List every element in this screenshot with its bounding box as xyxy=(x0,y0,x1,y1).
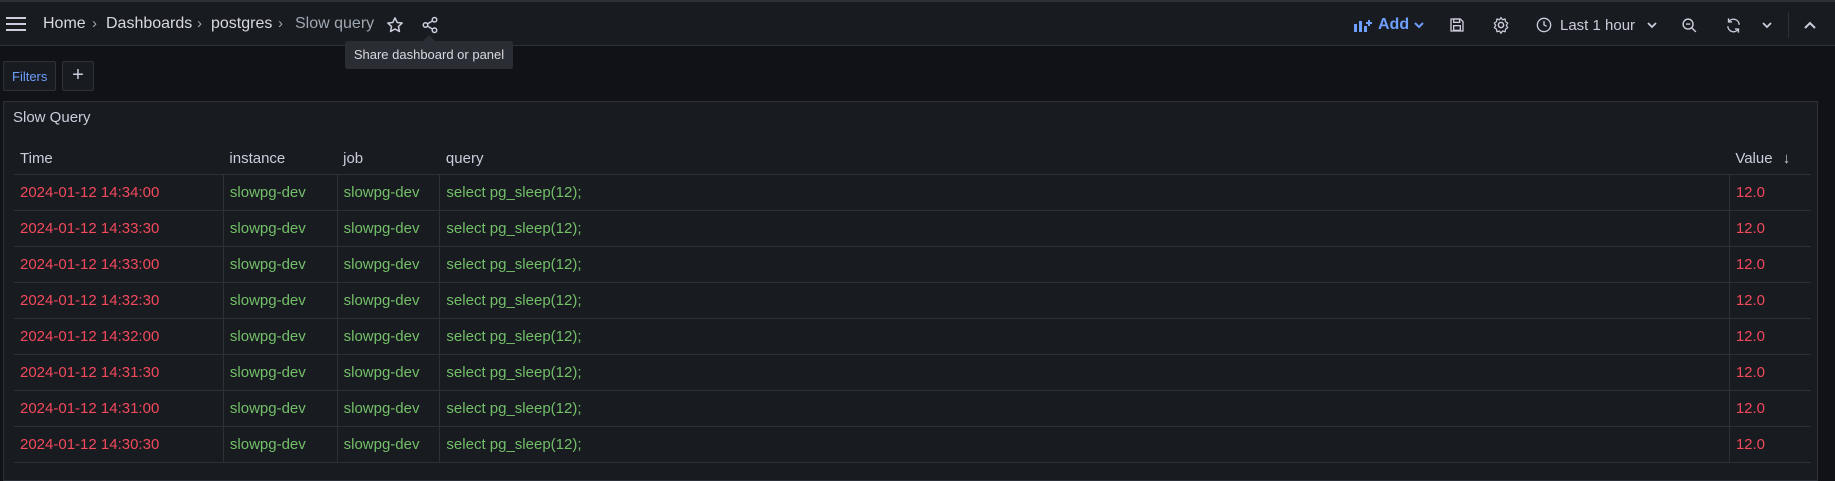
breadcrumb-postgres[interactable]: postgres xyxy=(211,14,272,34)
cell-value: 12.0 xyxy=(1729,174,1811,211)
column-header-job[interactable]: job xyxy=(337,142,440,175)
add-button-label: Add xyxy=(1378,16,1410,33)
menu-icon[interactable] xyxy=(5,13,27,35)
cell-time: 2024-01-12 14:32:30 xyxy=(14,282,224,319)
cell-value: 12.0 xyxy=(1729,426,1811,463)
table-row: 2024-01-12 14:30:30 slowpg-dev slowpg-dev s… xyxy=(14,426,1811,463)
breadcrumb-home[interactable]: Home xyxy=(43,14,86,34)
cell-instance: slowpg-dev xyxy=(223,210,338,247)
time-range-label: Last 1 hour xyxy=(1560,16,1636,34)
cell-value: 12.0 xyxy=(1729,318,1811,355)
clock-icon xyxy=(1536,17,1552,33)
cell-instance: slowpg-dev xyxy=(223,282,338,319)
table-header-row: Time instance job query Value ↓ xyxy=(14,142,1811,175)
add-filter-button[interactable]: + xyxy=(62,61,94,91)
cell-instance: slowpg-dev xyxy=(223,390,338,427)
table-row: 2024-01-12 14:31:00 slowpg-dev slowpg-dev s… xyxy=(14,390,1811,427)
cell-query: select pg_sleep(12); xyxy=(439,390,1730,427)
chevron-down-icon xyxy=(1647,21,1657,29)
column-header-instance[interactable]: instance xyxy=(223,142,338,175)
cell-time: 2024-01-12 14:31:00 xyxy=(14,390,224,427)
table-row: 2024-01-12 14:32:30 slowpg-dev slowpg-dev s… xyxy=(14,282,1811,319)
column-header-value-label: Value xyxy=(1735,149,1773,167)
gear-icon[interactable] xyxy=(1490,14,1512,36)
cell-job: slowpg-dev xyxy=(337,282,441,319)
refresh-icon[interactable] xyxy=(1722,14,1744,36)
cell-time: 2024-01-12 14:34:00 xyxy=(14,174,224,211)
column-header-query[interactable]: query xyxy=(439,142,1730,175)
cell-instance: slowpg-dev xyxy=(223,246,338,283)
cell-job: slowpg-dev xyxy=(337,354,441,391)
cell-instance: slowpg-dev xyxy=(223,354,338,391)
chevron-down-icon xyxy=(1414,21,1424,29)
share-tooltip: Share dashboard or panel xyxy=(345,35,513,69)
cell-job: slowpg-dev xyxy=(337,426,441,463)
cell-instance: slowpg-dev xyxy=(223,426,338,463)
table-row: 2024-01-12 14:33:00 slowpg-dev slowpg-dev s… xyxy=(14,246,1811,283)
cell-query: select pg_sleep(12); xyxy=(439,426,1730,463)
cell-time: 2024-01-12 14:32:00 xyxy=(14,318,224,355)
cell-query: select pg_sleep(12); xyxy=(439,354,1730,391)
cell-time: 2024-01-12 14:33:30 xyxy=(14,210,224,247)
table-row: 2024-01-12 14:34:00 slowpg-dev slowpg-dev s… xyxy=(14,174,1811,211)
save-icon[interactable] xyxy=(1446,14,1468,36)
slow-query-panel: Slow Query Time instance job query Value… xyxy=(3,101,1818,481)
table-row: 2024-01-12 14:32:00 slowpg-dev slowpg-dev s… xyxy=(14,318,1811,355)
zoom-out-icon[interactable] xyxy=(1678,14,1700,36)
cell-job: slowpg-dev xyxy=(337,318,441,355)
collapse-icon[interactable] xyxy=(1799,14,1821,36)
time-range-picker[interactable]: Last 1 hour xyxy=(1536,13,1657,37)
column-header-time[interactable]: Time xyxy=(14,142,224,175)
cell-instance: slowpg-dev xyxy=(223,318,338,355)
star-icon[interactable] xyxy=(383,14,407,36)
cell-job: slowpg-dev xyxy=(337,246,441,283)
cell-job: slowpg-dev xyxy=(337,210,441,247)
cell-job: slowpg-dev xyxy=(337,174,441,211)
panel-title: Slow Query xyxy=(13,109,91,126)
cell-value: 12.0 xyxy=(1729,282,1811,319)
cell-query: select pg_sleep(12); xyxy=(439,210,1730,247)
cell-value: 12.0 xyxy=(1729,246,1811,283)
cell-value: 12.0 xyxy=(1729,354,1811,391)
cell-time: 2024-01-12 14:31:30 xyxy=(14,354,224,391)
cell-query: select pg_sleep(12); xyxy=(439,174,1730,211)
breadcrumb-separator: › xyxy=(197,15,202,32)
breadcrumb-separator: › xyxy=(278,15,283,32)
cell-instance: slowpg-dev xyxy=(223,174,338,211)
chevron-down-icon[interactable] xyxy=(1756,14,1778,36)
add-button[interactable]: Add xyxy=(1354,13,1424,37)
cell-query: select pg_sleep(12); xyxy=(439,246,1730,283)
sort-arrow-icon: ↓ xyxy=(1782,149,1791,167)
breadcrumb-separator: › xyxy=(92,15,97,32)
breadcrumb-dashboards[interactable]: Dashboards xyxy=(106,14,192,34)
cell-query: select pg_sleep(12); xyxy=(439,318,1730,355)
cell-time: 2024-01-12 14:30:30 xyxy=(14,426,224,463)
table-row: 2024-01-12 14:33:30 slowpg-dev slowpg-dev s… xyxy=(14,210,1811,247)
column-header-value[interactable]: Value ↓ xyxy=(1729,142,1811,175)
cell-query: select pg_sleep(12); xyxy=(439,282,1730,319)
filters-button[interactable]: Filters xyxy=(3,61,57,91)
cell-time: 2024-01-12 14:33:00 xyxy=(14,246,224,283)
top-nav-bar: Home › Dashboards › postgres › Slow quer… xyxy=(0,0,1835,46)
share-icon[interactable] xyxy=(418,14,442,36)
breadcrumb-current-page: Slow query xyxy=(295,15,375,32)
cell-job: slowpg-dev xyxy=(337,390,441,427)
toolbar-divider xyxy=(1788,12,1789,38)
cell-value: 12.0 xyxy=(1729,210,1811,247)
add-panel-icon xyxy=(1354,18,1372,32)
table-row: 2024-01-12 14:31:30 slowpg-dev slowpg-dev s… xyxy=(14,354,1811,391)
data-table: Time instance job query Value ↓ 2024-01-… xyxy=(14,142,1811,463)
cell-value: 12.0 xyxy=(1729,390,1811,427)
